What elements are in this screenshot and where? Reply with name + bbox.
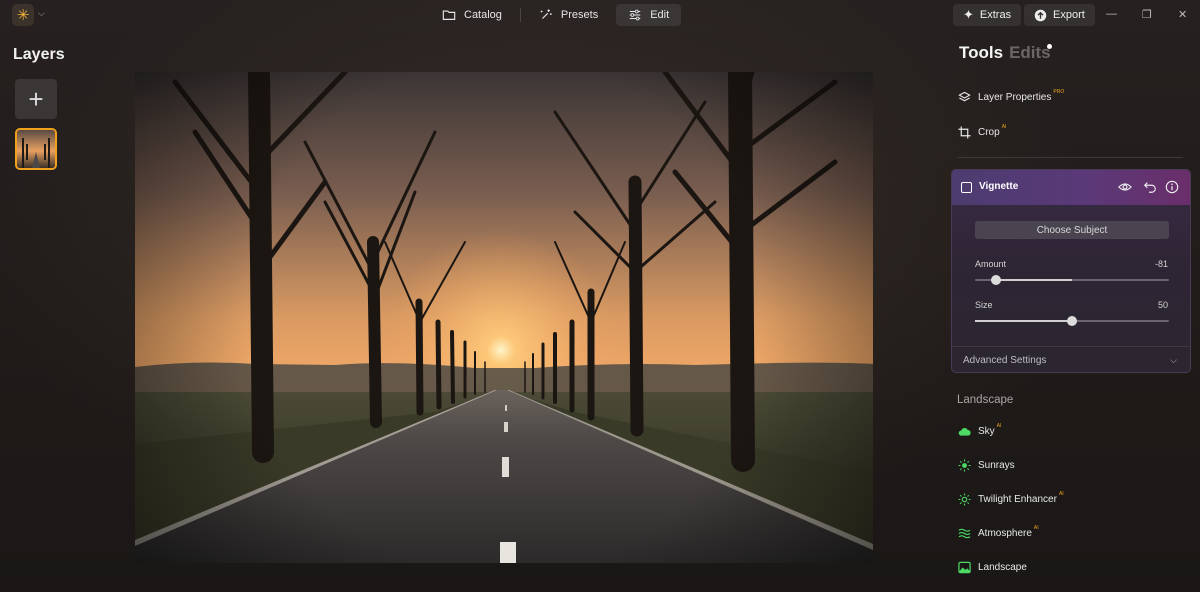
tab-catalog-label: Catalog [464, 9, 502, 21]
tab-edit[interactable]: Edit [616, 4, 682, 26]
export-button[interactable]: Export [1024, 4, 1095, 26]
layer-thumbnail[interactable] [15, 128, 57, 170]
advanced-divider [952, 346, 1190, 347]
amount-slider[interactable] [975, 275, 1169, 285]
tab-presets[interactable]: Presets [527, 4, 610, 26]
crop-label: Crop [978, 127, 1000, 138]
tab-edit-label: Edit [650, 9, 670, 21]
crop-icon [958, 126, 971, 139]
sky-label: Sky [978, 426, 995, 437]
chevron-down-icon[interactable]: ⌵ [38, 8, 45, 19]
export-arrow-icon [1034, 9, 1047, 21]
amount-slider-fill [996, 279, 1072, 281]
vignette-title: Vignette [979, 181, 1019, 192]
info-icon[interactable] [1165, 180, 1179, 194]
export-label: Export [1053, 9, 1085, 21]
close-icon[interactable]: ✕ [1178, 8, 1187, 21]
twilight-sun-icon [958, 493, 971, 506]
sliders-icon [629, 9, 641, 21]
ai-badge: AI [996, 423, 1002, 429]
edits-indicator-dot [1047, 44, 1052, 49]
size-slider-thumb[interactable] [1067, 316, 1077, 326]
size-label: Size [975, 300, 993, 310]
top-bar: ✳ ⌵ Catalog Presets Edit ✦ Extras Export… [0, 0, 1200, 30]
sun-rays-icon [958, 459, 971, 472]
tool-landscape[interactable]: Landscape [958, 561, 1027, 574]
folder-icon [442, 10, 456, 20]
extras-label: Extras [979, 9, 1012, 21]
plus-icon: + [28, 83, 44, 114]
road-sunset-thumbnail [17, 130, 55, 168]
tool-label: Layer Properties PRO [978, 89, 1065, 103]
tool-label: Twilight Enhancer AI [978, 491, 1064, 505]
size-slider[interactable] [975, 316, 1169, 326]
restore-icon[interactable]: ❐ [1142, 8, 1152, 21]
twilight-enhancer-label: Twilight Enhancer [978, 494, 1057, 505]
tool-layer-properties[interactable]: Layer Properties PRO [958, 89, 1065, 104]
tool-label: Sky AI [978, 423, 1002, 437]
tool-atmosphere[interactable]: Atmosphere AI [958, 525, 1039, 540]
tool-sky[interactable]: Sky AI [958, 423, 1002, 438]
sparkle-icon: ✦ [963, 7, 974, 22]
tab-edits[interactable]: Edits [1009, 43, 1051, 62]
size-slider-fill [975, 320, 1072, 322]
tool-crop[interactable]: Crop AI [958, 124, 1007, 139]
panel-divider [957, 157, 1183, 158]
cloud-icon [958, 427, 971, 436]
atmosphere-label: Atmosphere [978, 528, 1032, 539]
tab-presets-label: Presets [560, 9, 599, 21]
vignette-panel: Vignette Choose Subject Amount -81 Size … [951, 169, 1191, 373]
tool-twilight-enhancer[interactable]: Twilight Enhancer AI [958, 491, 1064, 506]
tool-sunrays[interactable]: Sunrays [958, 459, 1015, 472]
sunrays-label: Sunrays [978, 460, 1015, 471]
waves-icon [958, 528, 971, 539]
ai-badge: AI [1001, 124, 1007, 130]
add-layer-button[interactable]: + [15, 79, 57, 119]
layers-stack-icon [958, 91, 971, 102]
tab-catalog[interactable]: Catalog [430, 4, 514, 26]
vignette-toggle-checkbox[interactable] [961, 182, 972, 193]
ai-badge: AI [1033, 525, 1039, 531]
sparkle-wand-icon [540, 9, 552, 19]
amount-slider-thumb[interactable] [991, 275, 1002, 285]
landscape-label: Landscape [978, 562, 1027, 573]
road-sunset-photo [135, 72, 873, 563]
amount-value: -81 [1154, 259, 1168, 269]
amount-label: Amount [975, 259, 1007, 269]
layers-title: Layers [13, 46, 65, 63]
photo-canvas[interactable] [135, 72, 873, 563]
extras-button[interactable]: ✦ Extras [953, 4, 1022, 26]
layer-properties-label: Layer Properties [978, 92, 1052, 103]
tool-label: Crop AI [978, 124, 1007, 138]
tool-label: Atmosphere AI [978, 525, 1039, 539]
main-nav: Catalog Presets Edit [430, 4, 682, 26]
minimize-icon[interactable]: — [1106, 8, 1117, 20]
choose-subject-button[interactable]: Choose Subject [975, 221, 1169, 239]
nav-divider [519, 8, 521, 22]
size-value: 50 [1157, 300, 1168, 310]
eye-icon[interactable] [1118, 180, 1132, 194]
tab-tools[interactable]: Tools [959, 43, 1003, 62]
sun-logo-icon[interactable]: ✳ [12, 4, 34, 26]
chevron-down-icon[interactable]: ⌵ [1170, 355, 1177, 366]
landscape-section-title: Landscape [957, 394, 1014, 406]
panel-tabs: Tools Edits [959, 43, 1051, 63]
landscape-image-icon [958, 561, 971, 574]
advanced-settings-toggle[interactable]: Advanced Settings [963, 355, 1046, 366]
ai-badge: AI [1058, 491, 1064, 497]
pro-badge: PRO [1053, 89, 1065, 95]
undo-icon[interactable] [1143, 180, 1157, 194]
